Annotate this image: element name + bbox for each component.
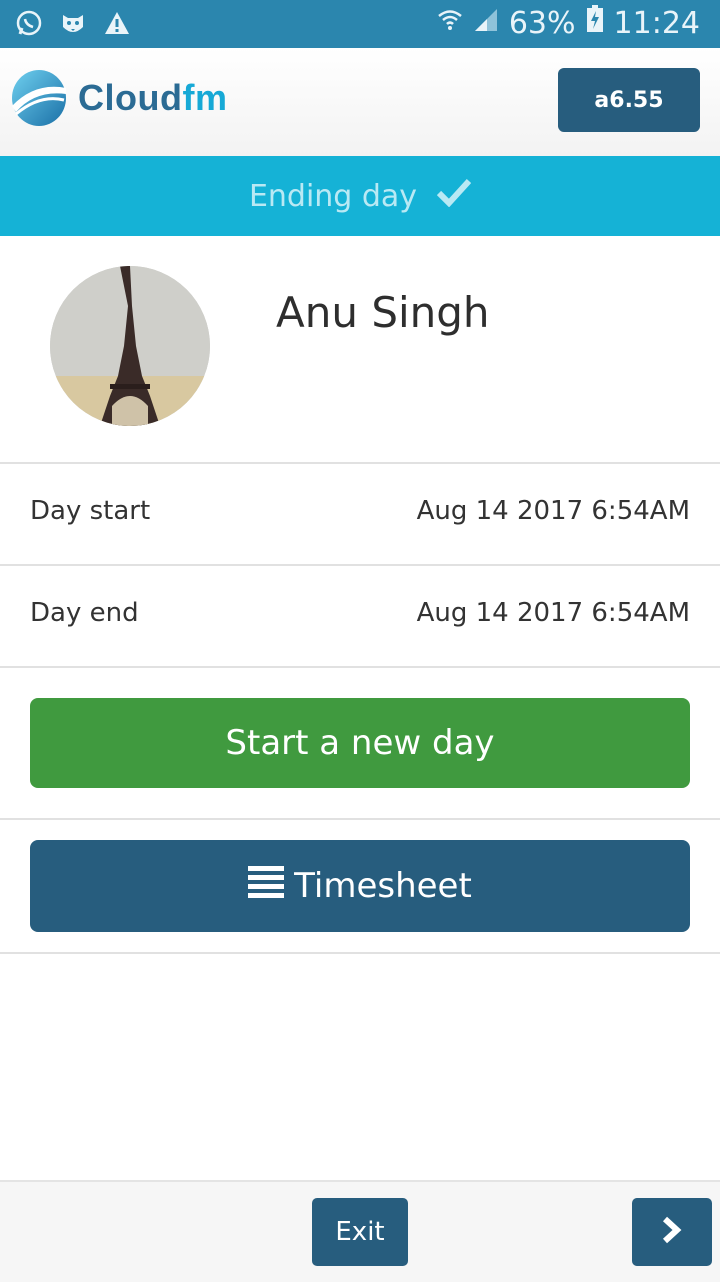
next-button[interactable]: [632, 1198, 712, 1266]
wifi-icon: [437, 6, 463, 41]
footer-bar: Exit: [0, 1180, 720, 1282]
divider: [0, 818, 720, 820]
avatar: [50, 266, 210, 426]
status-banner: Ending day: [0, 156, 720, 236]
exit-button[interactable]: Exit: [312, 1198, 408, 1266]
warning-icon: [102, 8, 132, 38]
banner-text: Ending day: [248, 178, 418, 214]
version-button[interactable]: a6.55: [558, 68, 700, 132]
day-start-label: Day start: [30, 496, 151, 526]
divider: [0, 952, 720, 954]
cloudfm-logo: Cloudfm: [10, 68, 227, 128]
timesheet-button[interactable]: Timesheet: [30, 840, 690, 932]
signal-icon: [473, 6, 499, 41]
clock: 11:24: [613, 5, 700, 41]
battery-percent: 63%: [508, 5, 576, 41]
chevron-right-icon: [661, 1216, 683, 1248]
divider: [0, 462, 720, 464]
divider: [0, 564, 720, 566]
logo-text: Cloudfm: [78, 77, 228, 118]
logo-icon: [12, 70, 66, 126]
day-end-label: Day end: [30, 598, 139, 628]
start-new-day-button[interactable]: Start a new day: [30, 698, 690, 788]
list-icon: [248, 865, 285, 908]
battery-charging-icon: [586, 5, 604, 41]
app-header: Cloudfm a6.55: [0, 48, 720, 156]
day-start-value: Aug 14 2017 6:54AM: [416, 496, 690, 526]
status-bar: 63% 11:24: [0, 0, 720, 48]
whatsapp-icon: [14, 8, 44, 38]
divider: [0, 666, 720, 668]
user-name: Anu Singh: [276, 288, 490, 337]
timesheet-label: Timesheet: [294, 866, 472, 906]
start-new-day-label: Start a new day: [225, 723, 495, 763]
tiger-icon: [58, 8, 88, 38]
day-end-value: Aug 14 2017 6:54AM: [416, 598, 690, 628]
checkmark-icon: [436, 177, 472, 215]
